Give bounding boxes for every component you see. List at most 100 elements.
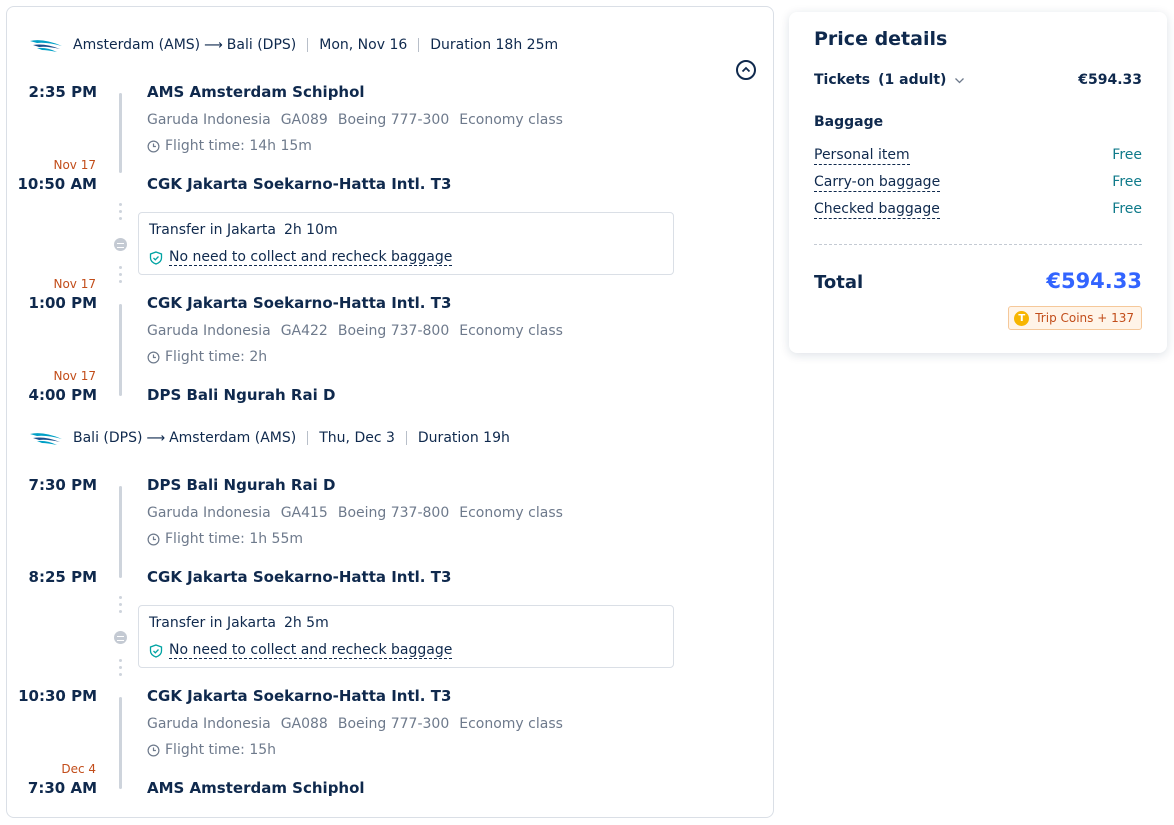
total-label: Total: [814, 272, 864, 293]
trip-coins-badge[interactable]: T Trip Coins + 137: [1008, 306, 1142, 330]
divider: [307, 38, 309, 52]
flight-number: GA422: [280, 323, 328, 339]
baggage-value: Free: [1112, 201, 1142, 217]
divider: [307, 431, 309, 445]
airline-name: Garuda Indonesia: [147, 323, 271, 339]
departure-day-change: Nov 17: [53, 277, 96, 291]
divider: [418, 38, 420, 52]
timeline-dots: [119, 266, 122, 287]
flight-details: Garuda Indonesia GA088 Boeing 777-300 Econo…: [147, 716, 573, 732]
baggage-row-carry-on: Carry-on baggage Free: [814, 174, 1142, 194]
transfer-box: Transfer in Jakarta 2h 10m No need to col…: [138, 212, 674, 275]
garuda-logo-icon: [30, 40, 62, 52]
arrival-airport: AMS Amsterdam Schiphol: [147, 779, 365, 797]
baggage-note[interactable]: No need to collect and recheck baggage: [149, 642, 453, 659]
departure-airport: DPS Bali Ngurah Rai D: [147, 476, 336, 494]
transfer-dot-icon: [114, 238, 127, 251]
return-header: Bali (DPS) ⟶ Amsterdam (AMS) Thu, Dec 3 …: [29, 426, 510, 450]
flight-time: Flight time: 1h 55m: [147, 531, 303, 547]
flight-time: Flight time: 2h: [147, 349, 267, 365]
transfer-duration: 2h 10m: [283, 222, 338, 238]
chevron-up-icon: [741, 66, 751, 73]
tickets-count: (1 adult): [878, 72, 947, 88]
return-origin: Bali (DPS): [73, 430, 143, 446]
baggage-value: Free: [1112, 147, 1142, 163]
flight-details: Garuda Indonesia GA089 Boeing 777-300 Econo…: [147, 112, 573, 128]
cabin-class: Economy class: [459, 112, 563, 128]
aircraft-type: Boeing 737-800: [337, 505, 450, 521]
cabin-class: Economy class: [459, 716, 563, 732]
arrival-airport: DPS Bali Ngurah Rai D: [147, 386, 336, 404]
transfer-title: Transfer in Jakarta 2h 5m: [149, 615, 329, 631]
clock-icon: [147, 351, 160, 363]
baggage-label[interactable]: Checked baggage: [814, 201, 940, 219]
departure-airport: CGK Jakarta Soekarno-Hatta Intl. T3: [147, 687, 452, 705]
transfer-duration: 2h 5m: [283, 615, 329, 631]
arrival-airport: CGK Jakarta Soekarno-Hatta Intl. T3: [147, 175, 452, 193]
itinerary-card: Amsterdam (AMS) ⟶ Bali (DPS) Mon, Nov 16…: [6, 6, 774, 818]
divider: [814, 244, 1142, 245]
shield-check-icon: [149, 643, 163, 658]
long-arrow-right-icon: ⟶: [146, 430, 166, 446]
transfer-title: Transfer in Jakarta 2h 10m: [149, 222, 338, 238]
garuda-logo-icon: [30, 433, 62, 445]
transfer-dot-icon: [114, 631, 127, 644]
departure-airport: AMS Amsterdam Schiphol: [147, 83, 365, 101]
shield-check-icon: [149, 250, 163, 265]
tickets-price: €594.33: [1078, 72, 1142, 88]
departure-time: 7:30 PM: [28, 476, 97, 494]
arrival-airport: CGK Jakarta Soekarno-Hatta Intl. T3: [147, 568, 452, 586]
aircraft-type: Boeing 777-300: [337, 112, 450, 128]
baggage-label[interactable]: Carry-on baggage: [814, 174, 941, 192]
return-duration: Duration 19h: [417, 430, 510, 446]
airline-name: Garuda Indonesia: [147, 716, 271, 732]
chevron-down-icon: [955, 77, 965, 83]
collapse-button[interactable]: [736, 60, 756, 80]
outbound-header: Amsterdam (AMS) ⟶ Bali (DPS) Mon, Nov 16…: [29, 33, 558, 57]
flight-number: GA088: [280, 716, 328, 732]
clock-icon: [147, 140, 160, 152]
trip-coins-text: Trip Coins + 137: [1035, 311, 1134, 325]
cabin-class: Economy class: [459, 323, 563, 339]
return-destination: Amsterdam (AMS): [169, 430, 297, 446]
baggage-value: Free: [1112, 174, 1142, 190]
flight-details: Garuda Indonesia GA415 Boeing 737-800 Econo…: [147, 505, 573, 521]
total-price: €594.33: [1046, 269, 1142, 293]
timeline-line: [119, 697, 122, 789]
timeline-line: [119, 486, 122, 578]
baggage-heading: Baggage: [814, 114, 884, 130]
timeline-line: [119, 304, 122, 396]
flight-details: Garuda Indonesia GA422 Boeing 737-800 Econo…: [147, 323, 573, 339]
cabin-class: Economy class: [459, 505, 563, 521]
airline-name: Garuda Indonesia: [147, 505, 271, 521]
tickets-dropdown[interactable]: Tickets (1 adult): [814, 72, 965, 88]
arrival-day-change: Nov 17: [53, 369, 96, 383]
baggage-label[interactable]: Personal item: [814, 147, 910, 165]
outbound-destination: Bali (DPS): [226, 37, 297, 53]
return-date: Thu, Dec 3: [319, 430, 395, 446]
aircraft-type: Boeing 737-800: [337, 323, 450, 339]
trip-coin-icon: T: [1014, 310, 1030, 326]
baggage-note[interactable]: No need to collect and recheck baggage: [149, 249, 453, 266]
transfer-box: Transfer in Jakarta 2h 5m No need to coll…: [138, 605, 674, 668]
long-arrow-right-icon: ⟶: [204, 37, 223, 53]
tickets-label: Tickets: [814, 72, 871, 88]
flight-number: GA415: [280, 505, 328, 521]
arrival-time: 7:30 AM: [27, 779, 97, 797]
price-details-title: Price details: [814, 28, 948, 50]
baggage-row-checked: Checked baggage Free: [814, 201, 1142, 221]
departure-time: 2:35 PM: [28, 83, 97, 101]
airline-name: Garuda Indonesia: [147, 112, 271, 128]
departure-time: 10:30 PM: [18, 687, 97, 705]
clock-icon: [147, 744, 160, 756]
timeline-dots: [119, 659, 122, 680]
aircraft-type: Boeing 777-300: [337, 716, 450, 732]
arrival-time: 8:25 PM: [28, 568, 97, 586]
clock-icon: [147, 533, 160, 545]
departure-time: 1:00 PM: [28, 294, 97, 312]
timeline-line: [119, 93, 122, 173]
timeline-dots: [119, 596, 122, 617]
flight-time: Flight time: 15h: [147, 742, 276, 758]
arrival-day-change: Nov 17: [53, 158, 96, 172]
arrival-day-change: Dec 4: [61, 762, 96, 776]
